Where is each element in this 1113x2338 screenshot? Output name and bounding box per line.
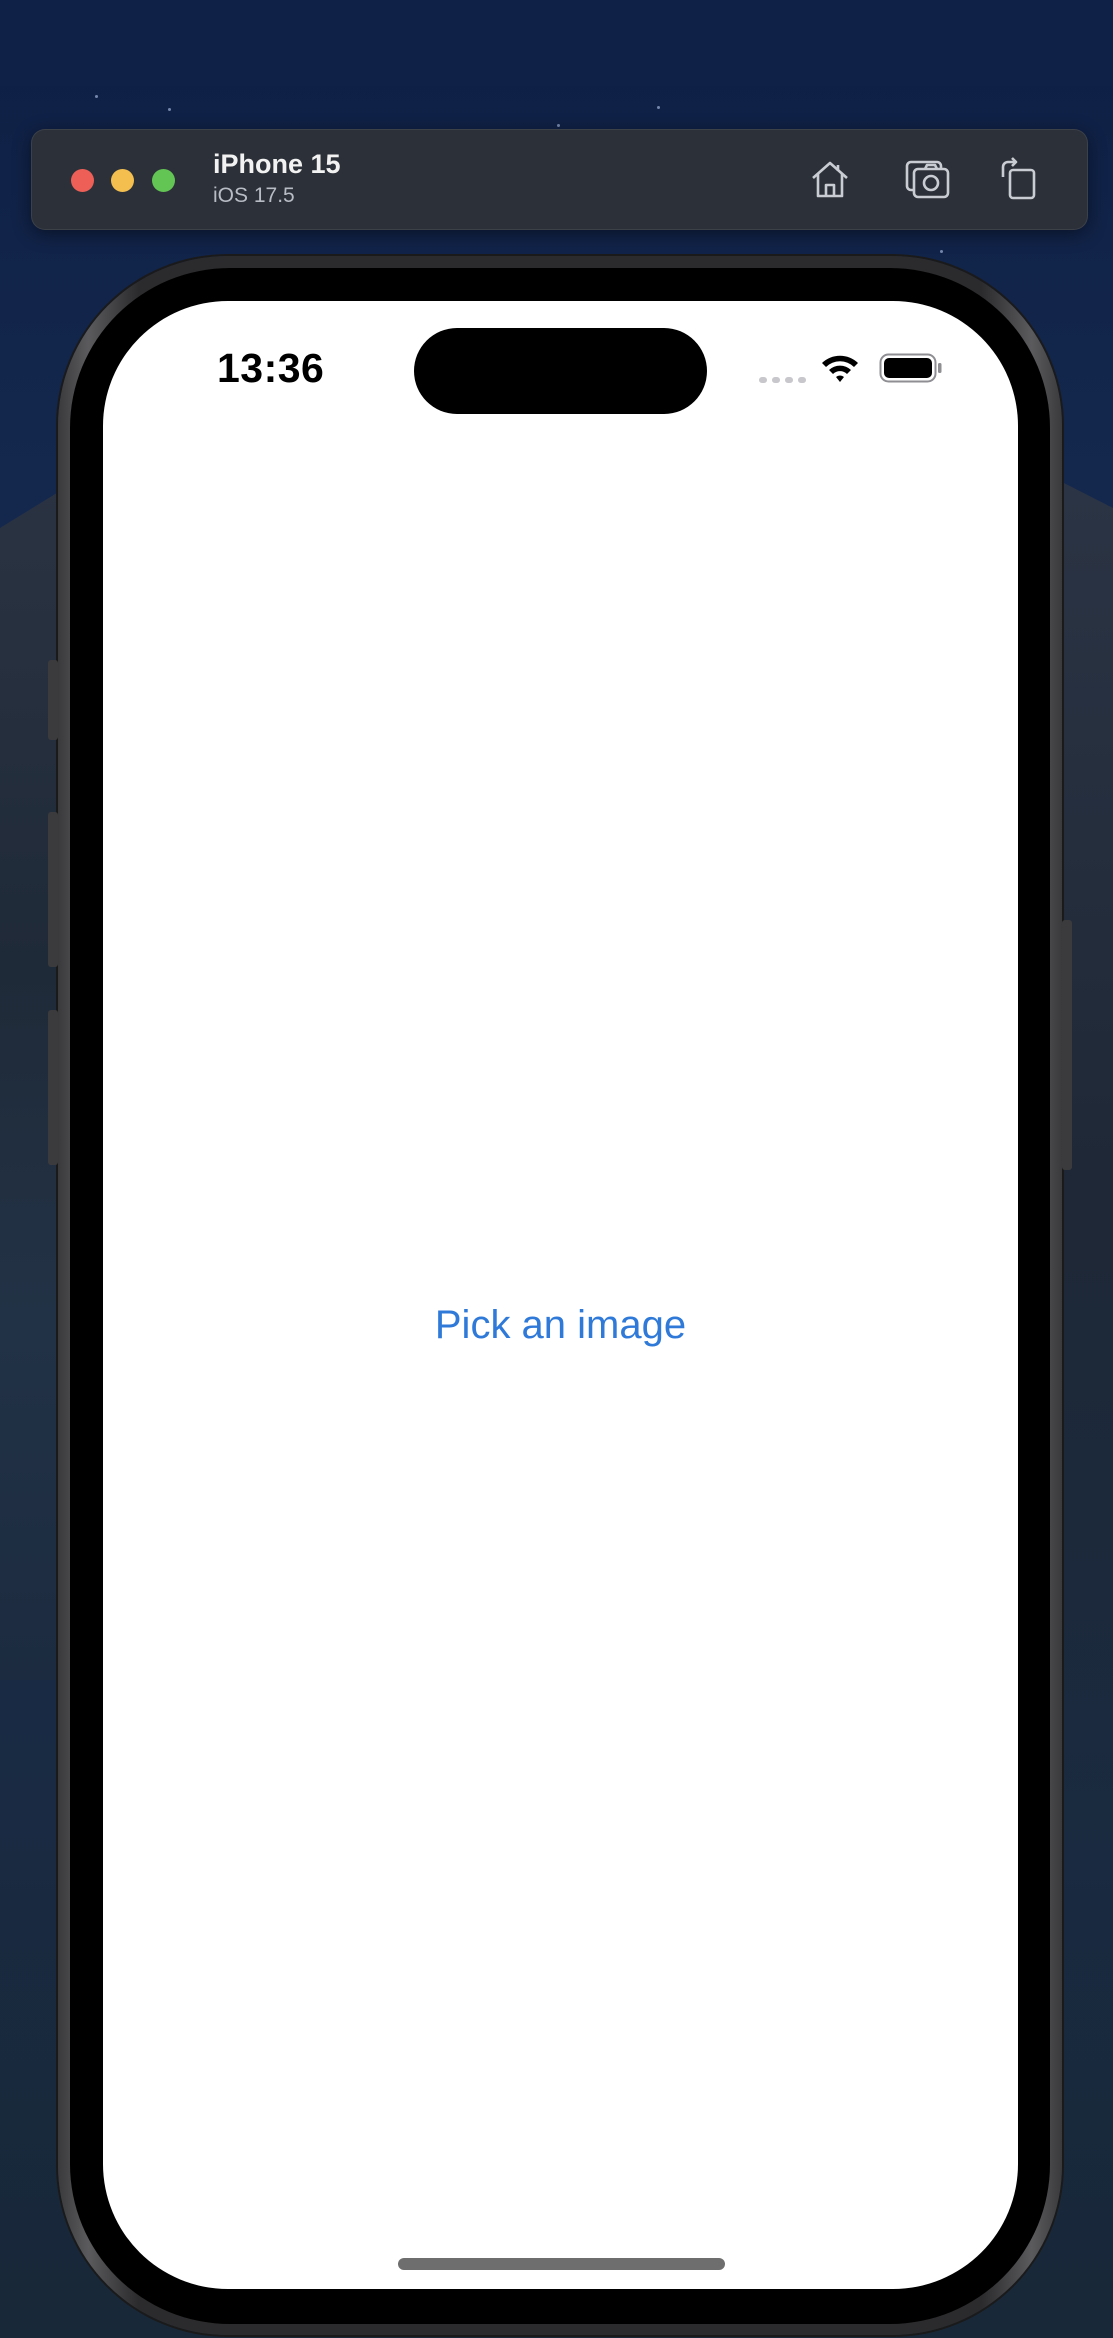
action-button[interactable] [48,660,58,740]
volume-up-button[interactable] [48,812,58,967]
simulator-titlebar: iPhone 15 iOS 17.5 [31,129,1088,230]
battery-icon [879,353,942,383]
os-version: iOS 17.5 [213,184,295,207]
device-name: iPhone 15 [213,149,341,179]
wifi-icon [822,355,858,382]
zoom-window-button[interactable] [152,169,175,192]
volume-down-button[interactable] [48,1010,58,1165]
wallpaper-star [940,250,943,253]
power-button[interactable] [1062,920,1072,1170]
home-indicator[interactable] [398,2258,725,2270]
minimize-window-button[interactable] [111,169,134,192]
pick-image-button[interactable]: Pick an image [103,1303,1018,1348]
close-window-button[interactable] [71,169,94,192]
wallpaper-star [95,95,98,98]
status-bar-time: 13:36 [217,345,325,391]
wallpaper-sky [0,0,1113,86]
iphone-screen: 13:36 Pick an image [103,301,1018,2289]
wallpaper-star [657,106,660,109]
rotate-icon[interactable] [993,153,1045,205]
cellular-signal-icon [759,377,806,383]
screenshot-icon[interactable] [902,153,954,205]
wallpaper-star [557,124,560,127]
home-icon[interactable] [804,153,856,205]
dynamic-island [414,328,707,414]
wallpaper-star [168,108,171,111]
